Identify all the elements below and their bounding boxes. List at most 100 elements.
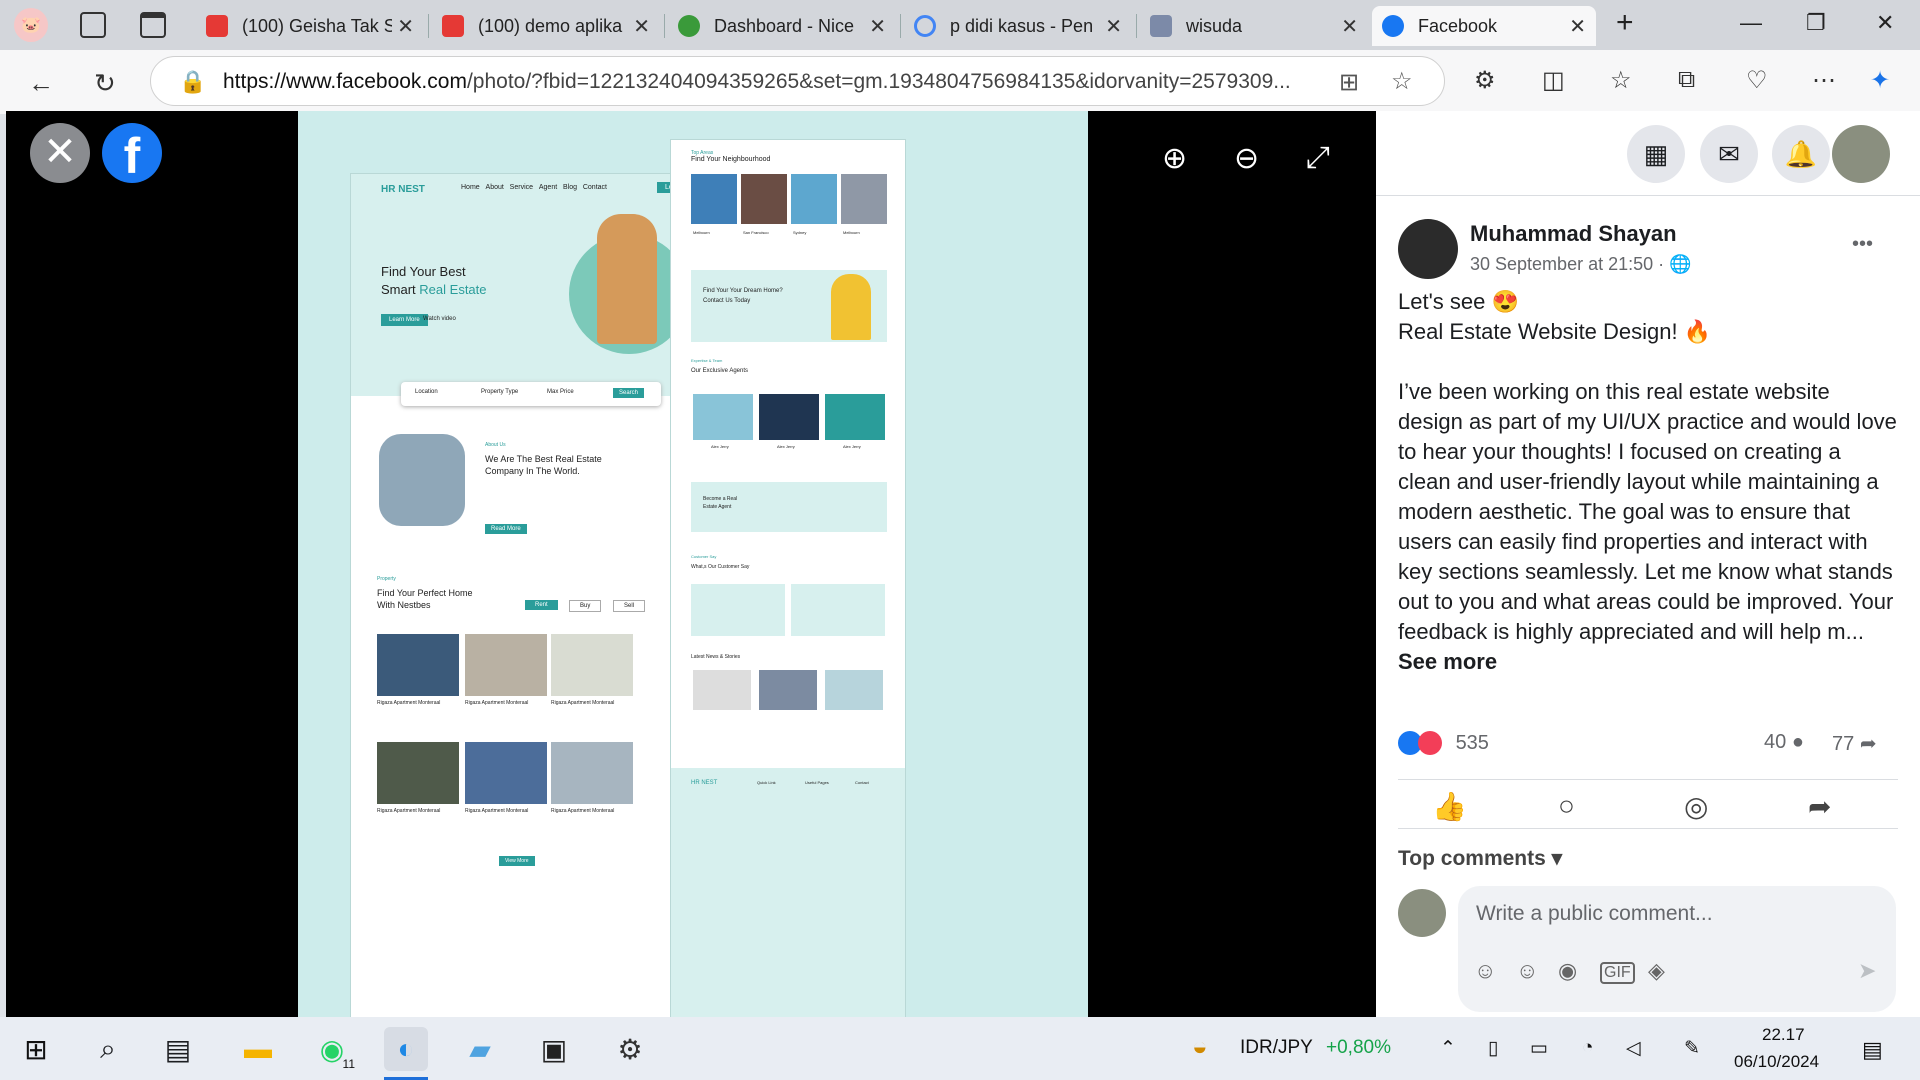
- back-icon[interactable]: ←: [28, 68, 54, 99]
- like-icon[interactable]: 👍: [1432, 790, 1467, 823]
- favorites-icon[interactable]: ☆: [1610, 66, 1632, 95]
- account-avatar[interactable]: [1832, 125, 1890, 183]
- sticker-icon[interactable]: ◈: [1648, 958, 1665, 984]
- post-date[interactable]: 30 September at 21:50 · 🌐: [1470, 254, 1692, 275]
- notifications-bell-icon[interactable]: 🔔: [1772, 125, 1830, 183]
- tab-google-search[interactable]: p didi kasus - Pen ✕: [904, 6, 1132, 46]
- zoom-out-icon[interactable]: ⊖: [1234, 141, 1259, 176]
- address-toolbar: ← ↻ 🔒 https://www.facebook.com/photo/?fb…: [0, 50, 1920, 114]
- close-tab-icon[interactable]: ✕: [1105, 14, 1122, 39]
- post-options-icon[interactable]: •••: [1852, 233, 1873, 256]
- restore-icon[interactable]: ❐: [1806, 10, 1826, 36]
- whatsapp-icon[interactable]: ◉ 11: [310, 1027, 358, 1071]
- copilot-icon[interactable]: ✦: [1870, 66, 1890, 95]
- window-close-icon[interactable]: ✕: [1876, 10, 1894, 36]
- refresh-icon[interactable]: ↻: [94, 68, 116, 99]
- terminal-icon[interactable]: ▣: [532, 1027, 576, 1071]
- workspaces-icon[interactable]: [80, 12, 106, 38]
- whatsapp-share-icon[interactable]: ◎: [1684, 790, 1708, 823]
- mockup-nav: Home About Service Agent Blog Contact: [461, 184, 607, 191]
- url-text[interactable]: https://www.facebook.com/photo/?fbid=122…: [223, 70, 1323, 94]
- share-count-icon: ➦: [1859, 733, 1877, 755]
- start-windows-icon[interactable]: ⊞: [14, 1027, 58, 1071]
- comment-box[interactable]: Write a public comment... ☺ ☺ ◉ GIF ◈ ➤: [1458, 886, 1896, 1012]
- currency-ticker[interactable]: IDR/JPY: [1240, 1037, 1313, 1059]
- photo-viewer: ✕ f ⊕ ⊖ ⤢ HR NEST Home About Service Age…: [6, 111, 1376, 1017]
- battery-icon[interactable]: ▭: [1530, 1037, 1548, 1060]
- commenter-avatar[interactable]: [1398, 889, 1446, 937]
- close-tab-icon[interactable]: ✕: [633, 14, 650, 39]
- close-tab-icon[interactable]: ✕: [1569, 14, 1586, 39]
- google-icon: [914, 15, 936, 37]
- lock-icon: 🔒: [179, 69, 207, 94]
- tab-youtube-2[interactable]: (100) demo aplika ✕: [432, 6, 660, 46]
- collections-icon[interactable]: ⧉: [1678, 66, 1695, 94]
- share-count[interactable]: 77 ➦: [1832, 731, 1877, 756]
- vertical-tabs-icon[interactable]: [140, 12, 166, 38]
- post-sidebar: ▦ ✉ 🔔 Muhammad Shayan 30 September at 21…: [1376, 111, 1920, 1017]
- device-icon[interactable]: ▯: [1488, 1037, 1498, 1060]
- reaction-summary[interactable]: 535: [1398, 731, 1489, 755]
- post-actions: 👍 ○ ◎ ➦: [1398, 779, 1898, 829]
- menu-grid-icon[interactable]: ▦: [1627, 125, 1685, 183]
- tab-facebook[interactable]: Facebook ✕: [1372, 6, 1596, 46]
- wifi-icon[interactable]: ◔: [1582, 1037, 1593, 1059]
- post-author[interactable]: Muhammad Shayan: [1470, 221, 1677, 247]
- zoom-in-icon[interactable]: ⊕: [1162, 141, 1187, 176]
- tab-youtube-1[interactable]: (100) Geisha Tak S ✕: [196, 6, 424, 46]
- search-icon[interactable]: ⌕: [86, 1027, 130, 1071]
- more-menu-icon[interactable]: ⋯: [1812, 66, 1836, 95]
- file-explorer-icon[interactable]: ▬: [236, 1027, 280, 1071]
- tab-wisuda[interactable]: wisuda ✕: [1140, 6, 1368, 46]
- edge-browser-icon[interactable]: ◐: [384, 1027, 428, 1071]
- currency-change[interactable]: +0,80%: [1326, 1037, 1391, 1059]
- profile-avatar[interactable]: 🐷: [14, 8, 48, 42]
- task-view-icon[interactable]: ▤: [156, 1027, 200, 1071]
- close-viewer-button[interactable]: ✕: [30, 123, 90, 183]
- browser-essentials-icon[interactable]: ♡: [1746, 66, 1768, 95]
- notepad-icon[interactable]: ▰: [458, 1027, 502, 1071]
- comment-icon[interactable]: ○: [1558, 790, 1575, 822]
- clock-date[interactable]: 06/10/2024: [1734, 1052, 1819, 1072]
- author-avatar[interactable]: [1398, 219, 1458, 279]
- new-tab-button[interactable]: +: [1616, 6, 1634, 40]
- youtube-icon: [442, 15, 464, 37]
- extensions-icon[interactable]: ⚙: [1474, 66, 1496, 95]
- close-tab-icon[interactable]: ✕: [1341, 14, 1358, 39]
- dashboard-site-icon: [678, 15, 700, 37]
- close-tab-icon[interactable]: ✕: [397, 14, 414, 39]
- mockup-page-right: Top Areas Find Your Neighbourhood Melbou…: [670, 139, 906, 1017]
- post-photo: HR NEST Home About Service Agent Blog Co…: [298, 111, 1088, 1017]
- emoji-icon[interactable]: ☺: [1516, 958, 1538, 984]
- avatar-sticker-icon[interactable]: ☺: [1474, 958, 1496, 984]
- share-icon[interactable]: ➦: [1808, 790, 1831, 823]
- close-tab-icon[interactable]: ✕: [869, 14, 886, 39]
- fullscreen-icon[interactable]: ⤢: [1306, 141, 1330, 175]
- comment-input[interactable]: Write a public comment...: [1476, 902, 1713, 926]
- messenger-icon[interactable]: ✉: [1700, 125, 1758, 183]
- whatsapp-badge: 11: [339, 1057, 358, 1071]
- camera-icon[interactable]: ◉: [1558, 958, 1577, 984]
- show-hidden-icons[interactable]: ⌃: [1440, 1037, 1456, 1060]
- favorite-star-icon[interactable]: ☆: [1391, 67, 1413, 96]
- love-reaction-icon: [1418, 731, 1442, 755]
- tab-dashboard[interactable]: Dashboard - Nice ✕: [668, 6, 896, 46]
- see-more-link[interactable]: See more: [1398, 649, 1497, 674]
- volume-icon[interactable]: ◁: [1626, 1037, 1641, 1060]
- comment-count-icon: ●: [1791, 731, 1804, 753]
- gif-icon[interactable]: GIF: [1600, 962, 1635, 984]
- apps-grid-icon[interactable]: ⊞: [1339, 68, 1359, 97]
- clock-time[interactable]: 22.17: [1762, 1025, 1805, 1045]
- comment-sort-dropdown[interactable]: Top comments ▾: [1398, 846, 1562, 871]
- address-bar[interactable]: 🔒 https://www.facebook.com/photo/?fbid=1…: [150, 56, 1445, 106]
- settings-gear-icon[interactable]: ⚙: [608, 1027, 652, 1071]
- send-icon[interactable]: ➤: [1858, 958, 1876, 984]
- coins-icon: ◒: [1192, 1031, 1208, 1061]
- split-screen-icon[interactable]: ◫: [1542, 66, 1565, 95]
- minimize-icon[interactable]: —: [1740, 10, 1762, 36]
- comment-count[interactable]: 40 ●: [1764, 731, 1804, 754]
- document-icon: [1150, 15, 1172, 37]
- facebook-logo[interactable]: f: [102, 123, 162, 184]
- pen-icon[interactable]: ✎: [1684, 1037, 1700, 1060]
- notifications-icon[interactable]: ▤: [1862, 1037, 1883, 1063]
